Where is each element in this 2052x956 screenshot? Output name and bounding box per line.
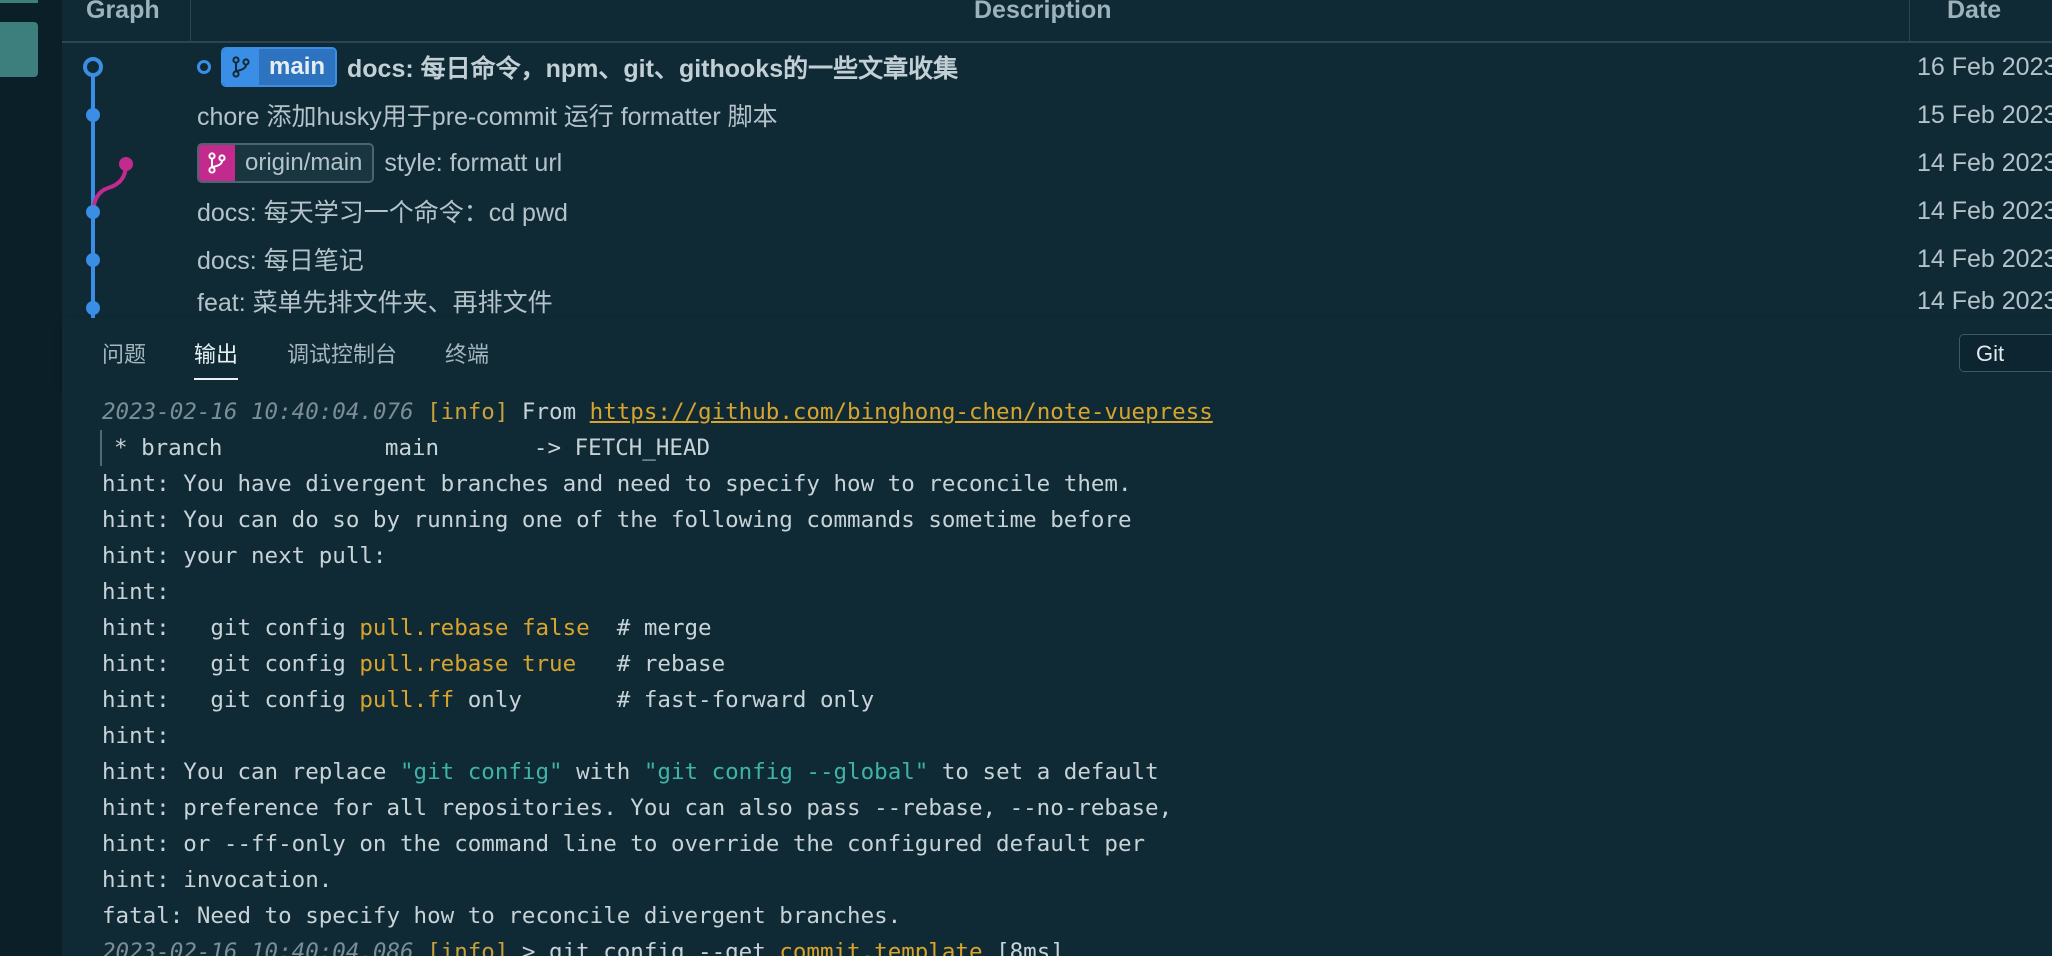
git-graph-header: Graph Description Date [62, 0, 2052, 43]
uncommitted-indicator-icon [197, 60, 211, 74]
log-text: [8ms] [982, 939, 1064, 956]
log-text: hint: git config [102, 615, 360, 641]
log-text: hint: git config [102, 651, 360, 677]
commit-date: 16 Feb 2023 [1917, 53, 2052, 81]
config-key: pull.rebase [359, 615, 509, 641]
activity-bar-active-item[interactable] [0, 22, 38, 77]
commit-date: 14 Feb 2023 [1917, 287, 2052, 315]
log-text: hint: git config [102, 687, 360, 713]
column-divider[interactable] [190, 0, 191, 41]
log-level: [info] [427, 939, 509, 956]
log-line: hint: invocation. [102, 867, 333, 893]
log-text: hint: You can replace [102, 759, 401, 785]
commit-row[interactable]: main docs: 每日命令，npm、git、githooks的一些文章收集 … [62, 43, 2052, 91]
log-text: > git config --get [508, 939, 780, 956]
config-key: pull.ff [359, 687, 455, 713]
tab-problems[interactable]: 问题 [102, 318, 146, 388]
git-branch-icon [199, 145, 235, 181]
log-comment: # fast-forward only [521, 687, 875, 713]
output-channel-select[interactable]: Git [1959, 334, 2052, 372]
config-value: false [508, 615, 590, 641]
log-line: hint: You can replace "git config" with … [102, 754, 1159, 790]
git-branch-icon [223, 49, 259, 85]
log-line: hint: your next pull: [102, 543, 387, 569]
branch-tag-label: origin/main [235, 145, 373, 181]
log-line: 2023-02-16 10:40:04.076 [info] From http… [102, 394, 1213, 430]
log-line: hint: You have divergent branches and ne… [102, 471, 1132, 497]
config-key: pull.rebase [359, 651, 509, 677]
commit-row[interactable]: chore 添加husky用于pre-commit 运行 formatter 脚… [62, 91, 2052, 139]
tab-terminal[interactable]: 终端 [445, 318, 489, 388]
tab-debug-console[interactable]: 调试控制台 [287, 318, 397, 388]
config-value: true [508, 651, 577, 677]
log-line: hint: git config pull.rebase true # reba… [102, 646, 725, 682]
commit-description: docs: 每天学习一个命令：cd pwd [197, 187, 568, 235]
commit-date: 15 Feb 2023 [1917, 101, 2052, 129]
log-comment: # merge [589, 615, 712, 641]
commit-date: 14 Feb 2023 [1917, 197, 2052, 225]
log-timestamp: 2023-02-16 10:40:04.076 [102, 399, 414, 425]
log-string: "git config" [400, 759, 563, 785]
config-key: commit.template [779, 939, 983, 956]
commit-date: 14 Feb 2023 [1917, 149, 2052, 177]
log-text: From [508, 399, 590, 425]
commit-message: docs: 每日笔记 [197, 247, 364, 275]
log-line: 2023-02-16 10:40:04.086 [info] > git con… [102, 934, 1064, 956]
commit-description: main docs: 每日命令，npm、git、githooks的一些文章收集 [197, 43, 958, 91]
column-header-graph[interactable]: Graph [86, 0, 160, 39]
commit-description: origin/main style: formatt url [197, 139, 562, 187]
log-comment: # rebase [576, 651, 726, 677]
branch-tag-main[interactable]: main [221, 47, 338, 87]
log-line: hint: preference for all repositories. Y… [102, 795, 1173, 821]
log-line: hint: or --ff-only on the command line t… [102, 831, 1146, 857]
branch-tag-label: main [259, 49, 336, 85]
tab-output[interactable]: 输出 [194, 318, 239, 388]
commit-description: chore 添加husky用于pre-commit 运行 formatter 脚… [197, 91, 778, 139]
commit-message: docs: 每日命令，npm、git、githooks的一些文章收集 [347, 55, 959, 83]
log-line: hint: [102, 579, 170, 605]
activity-bar [0, 0, 63, 956]
commit-description: feat: 菜单先排文件夹、再排文件 [197, 283, 553, 318]
panel-tab-bar: 问题 输出 调试控制台 终端 Git [62, 318, 2052, 389]
branch-tag-origin-main[interactable]: origin/main [197, 143, 375, 183]
log-line: hint: You can do so by running one of th… [102, 507, 1132, 533]
activity-bar-top-indicator [0, 0, 38, 3]
commit-row[interactable]: docs: 每日笔记 14 Feb 2023 [62, 235, 2052, 283]
repo-url-link[interactable]: https://github.com/binghong-chen/note-vu… [590, 399, 1213, 425]
log-text: to set a default [928, 759, 1159, 785]
log-string: "git config --global" [643, 759, 929, 785]
log-text: with [562, 759, 644, 785]
column-header-date[interactable]: Date [1947, 0, 2001, 39]
commit-row[interactable]: docs: 每天学习一个命令：cd pwd 14 Feb 2023 [62, 187, 2052, 235]
commit-description: docs: 每日笔记 [197, 235, 364, 283]
log-line-fatal: fatal: Need to specify how to reconcile … [102, 903, 902, 929]
column-header-description[interactable]: Description [974, 0, 1112, 39]
log-level: [info] [427, 399, 509, 425]
commit-message: feat: 菜单先排文件夹、再排文件 [197, 289, 553, 317]
log-timestamp: 2023-02-16 10:40:04.086 [102, 939, 414, 956]
commit-message: style: formatt url [384, 148, 563, 177]
log-line: hint: git config pull.rebase false # mer… [102, 610, 712, 646]
commit-date: 14 Feb 2023 [1917, 245, 2052, 273]
commit-row[interactable]: origin/main style: formatt url 14 Feb 20… [62, 139, 2052, 187]
log-line: * branch main -> FETCH_HEAD [100, 430, 710, 466]
column-divider[interactable] [1909, 0, 1910, 41]
commit-message: chore 添加husky用于pre-commit 运行 formatter 脚… [197, 103, 778, 131]
log-line: hint: git config pull.ff only # fast-for… [102, 682, 874, 718]
git-graph-panel: Graph Description Date main docs: 每日命令，n… [62, 0, 2052, 318]
log-line: hint: [102, 723, 170, 749]
commit-message: docs: 每天学习一个命令：cd pwd [197, 199, 568, 227]
commit-row[interactable]: feat: 菜单先排文件夹、再排文件 14 Feb 2023 [62, 283, 2052, 318]
output-log[interactable]: 2023-02-16 10:40:04.076 [info] From http… [62, 388, 2052, 956]
config-value: only [454, 687, 522, 713]
